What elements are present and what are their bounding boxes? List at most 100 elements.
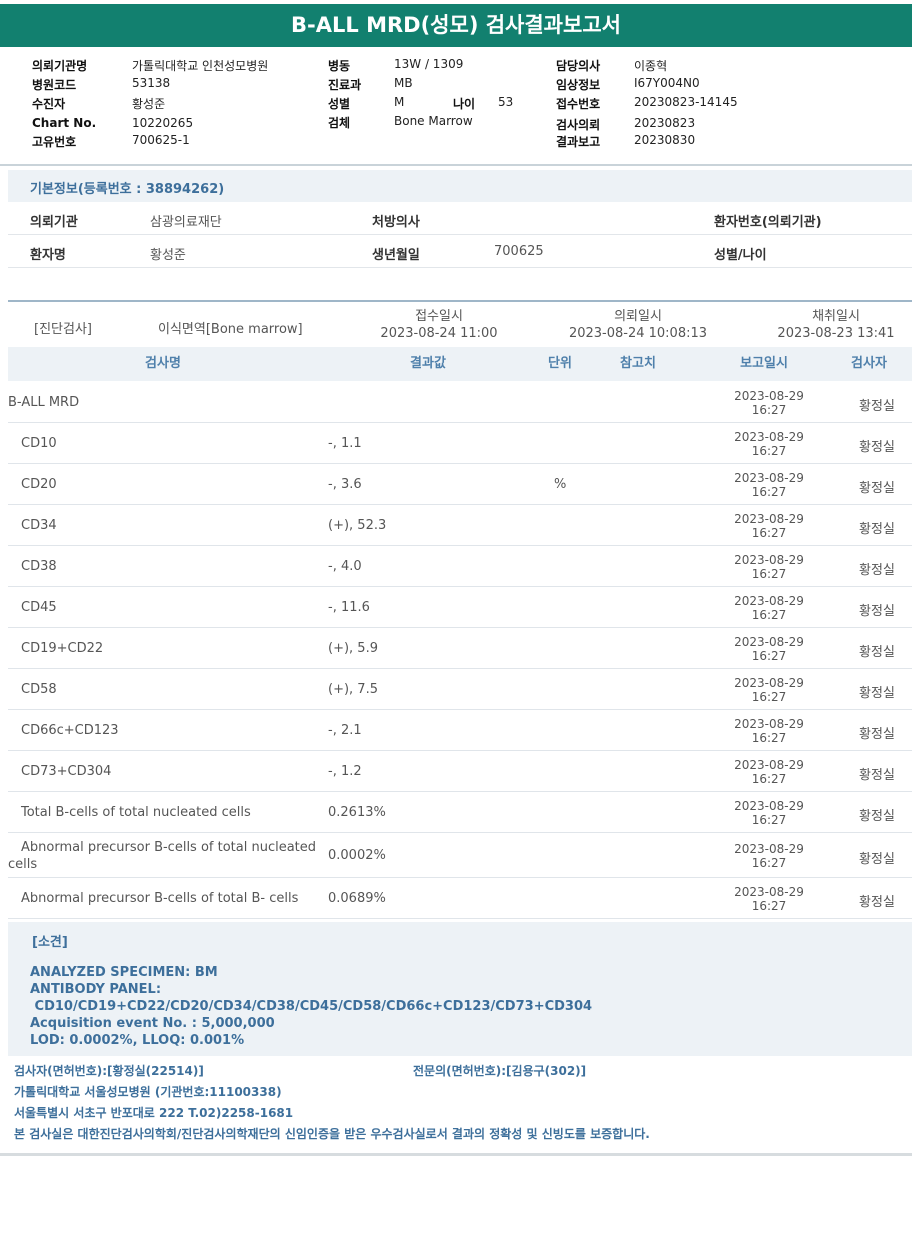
row-examiner: 황정실 xyxy=(859,604,895,619)
col-header-unit: 단위 xyxy=(548,356,572,371)
patient-no-label: 환자번호(의뢰기관) xyxy=(714,215,822,230)
row-report-date: 2023-08-29 xyxy=(734,553,804,567)
test-category: [진단검사] xyxy=(34,322,92,337)
row-result: -, 4.0 xyxy=(328,559,362,574)
row-report-date: 2023-08-29 xyxy=(734,676,804,690)
row-examiner: 황정실 xyxy=(859,686,895,701)
divider xyxy=(8,300,912,302)
age-label: 나이 xyxy=(453,97,476,111)
requested-value: 2023-08-24 10:08:13 xyxy=(568,326,708,341)
row-report-datetime: 2023-08-29 16:27 xyxy=(724,389,814,417)
header-label: 임상정보 xyxy=(556,78,601,92)
opinion-title: [소견] xyxy=(32,935,68,950)
age-value: 53 xyxy=(498,95,514,109)
row-report-datetime: 2023-08-29 16:27 xyxy=(724,553,814,581)
divider xyxy=(8,267,912,268)
table-row: CD10 -, 1.1 2023-08-29 16:27 황정실 xyxy=(8,423,912,464)
row-result: -, 11.6 xyxy=(328,600,370,615)
row-result: -, 3.6 xyxy=(328,477,362,492)
row-examiner: 황정실 xyxy=(859,727,895,742)
row-report-time: 16:27 xyxy=(751,649,787,663)
row-report-time: 16:27 xyxy=(751,731,787,745)
header-value: 가톨릭대학교 인천성모병원 xyxy=(132,59,269,73)
header-label: 결과보고 xyxy=(556,135,601,149)
row-examiner: 황정실 xyxy=(859,522,895,537)
row-report-date: 2023-08-29 xyxy=(734,430,804,444)
examiner-license: 검사자(면허번호):[황정실(22514)] xyxy=(14,1064,204,1078)
doctor-label: 처방의사 xyxy=(372,215,420,230)
hospital-address: 서울특별시 서초구 반포대로 222 T.02)2258-1681 xyxy=(14,1106,294,1120)
row-test-name: Abnormal precursor B-cells of total nucl… xyxy=(8,840,317,872)
col-header-name: 검사명 xyxy=(145,356,181,371)
row-result: (+), 52.3 xyxy=(328,518,387,533)
header-value: 20230830 xyxy=(634,133,696,147)
row-test-name: B-ALL MRD xyxy=(8,395,80,410)
header-value: 13W / 1309 xyxy=(394,57,464,71)
row-report-time: 16:27 xyxy=(751,899,787,913)
row-result: (+), 5.9 xyxy=(328,641,378,656)
row-result: -, 1.1 xyxy=(328,436,362,451)
table-row: CD19+CD22 (+), 5.9 2023-08-29 16:27 황정실 xyxy=(8,628,912,669)
header-value: 10220265 xyxy=(132,116,194,130)
row-report-datetime: 2023-08-29 16:27 xyxy=(724,717,814,745)
row-report-datetime: 2023-08-29 16:27 xyxy=(724,799,814,827)
row-report-time: 16:27 xyxy=(751,856,787,870)
header-label: 병원코드 xyxy=(32,78,77,92)
col-header-report-date: 보고일시 xyxy=(740,356,788,371)
header-value: I67Y004N0 xyxy=(634,76,700,90)
divider xyxy=(0,164,912,166)
row-test-name: CD20 xyxy=(21,477,57,492)
header-label: 성별 xyxy=(328,97,351,111)
table-row: B-ALL MRD 2023-08-29 16:27 황정실 xyxy=(8,382,912,423)
row-examiner: 황정실 xyxy=(859,563,895,578)
header-label: 수진자 xyxy=(32,97,66,111)
header-label: 검사의뢰 xyxy=(556,118,601,132)
table-row: CD20 -, 3.6% 2023-08-29 16:27 황정실 xyxy=(8,464,912,505)
basic-info-header: 기본정보(등록번호 : 38894262) xyxy=(8,170,912,202)
header-label: Chart No. xyxy=(32,116,97,130)
row-result: -, 1.2 xyxy=(328,764,362,779)
row-report-time: 16:27 xyxy=(751,567,787,581)
header-value: M xyxy=(394,95,405,109)
header-label: 병동 xyxy=(328,59,351,73)
row-report-datetime: 2023-08-29 16:27 xyxy=(724,676,814,704)
row-report-date: 2023-08-29 xyxy=(734,842,804,856)
specialist-license: 전문의(면허번호):[김용구(302)] xyxy=(413,1064,587,1078)
row-report-date: 2023-08-29 xyxy=(734,594,804,608)
row-report-date: 2023-08-29 xyxy=(734,885,804,899)
row-report-datetime: 2023-08-29 16:27 xyxy=(724,842,814,870)
row-result: 0.2613% xyxy=(328,805,386,820)
institution-label: 의뢰기관 xyxy=(30,215,78,230)
row-report-time: 16:27 xyxy=(751,526,787,540)
header-label: 접수번호 xyxy=(556,97,601,111)
header-label: 고유번호 xyxy=(32,135,77,149)
opinion-text: ANALYZED SPECIMEN: BM ANTIBODY PANEL: CD… xyxy=(30,965,593,1048)
row-test-name: Abnormal precursor B-cells of total B- c… xyxy=(21,891,299,906)
received-datetime: 접수일시 2023-08-24 11:00 xyxy=(376,308,502,342)
header-value: 이종혁 xyxy=(634,59,668,73)
basic-info-title: 기본정보(등록번호 : 38894262) xyxy=(30,182,225,197)
row-report-datetime: 2023-08-29 16:27 xyxy=(724,758,814,786)
row-test-name: CD73+CD304 xyxy=(21,764,112,779)
requested-label: 의뢰일시 xyxy=(614,309,662,324)
row-report-datetime: 2023-08-29 16:27 xyxy=(724,635,814,663)
patient-name-label: 환자명 xyxy=(30,248,66,263)
received-label: 접수일시 xyxy=(415,309,463,324)
collected-value: 2023-08-23 13:41 xyxy=(777,326,895,341)
header-value: 황성준 xyxy=(132,97,166,111)
row-report-date: 2023-08-29 xyxy=(734,799,804,813)
header-label: 의뢰기관명 xyxy=(32,59,88,73)
institution-value: 삼광의료재단 xyxy=(150,215,222,230)
birth-label: 생년월일 xyxy=(372,248,420,263)
opinion-header: [소견] xyxy=(8,922,912,956)
row-examiner: 황정실 xyxy=(859,895,895,910)
row-report-date: 2023-08-29 xyxy=(734,471,804,485)
header-value: 700625-1 xyxy=(132,133,190,147)
row-test-name: CD38 xyxy=(21,559,57,574)
certification-text: 본 검사실은 대한진단검사의학회/진단검사의학재단의 신임인증을 받은 우수검사… xyxy=(14,1127,650,1141)
row-report-time: 16:27 xyxy=(751,772,787,786)
header-value: MB xyxy=(394,76,413,90)
table-row: CD45 -, 11.6 2023-08-29 16:27 황정실 xyxy=(8,587,912,628)
row-examiner: 황정실 xyxy=(859,852,895,867)
row-result: -, 2.1 xyxy=(328,723,362,738)
